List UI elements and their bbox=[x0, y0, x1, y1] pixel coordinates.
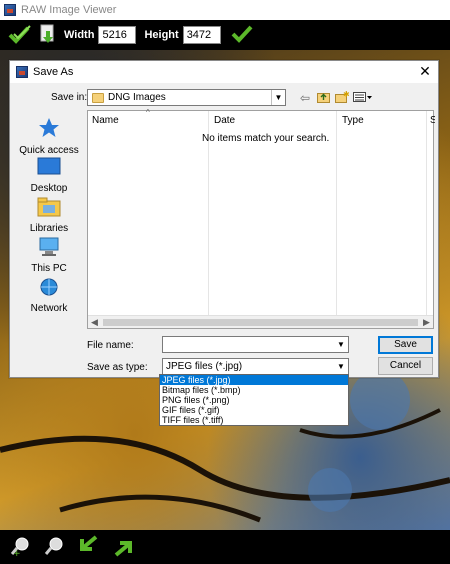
scroll-right-icon[interactable]: ▶ bbox=[420, 316, 433, 329]
place-desktop[interactable]: Desktop bbox=[13, 157, 85, 194]
column-type[interactable]: Type bbox=[338, 111, 428, 129]
zoom-out-icon[interactable] bbox=[44, 535, 66, 560]
place-libraries[interactable]: Libraries bbox=[13, 197, 85, 234]
new-folder-icon[interactable]: ✱ bbox=[335, 90, 350, 106]
folder-icon bbox=[92, 92, 104, 103]
check-all-icon[interactable] bbox=[8, 24, 34, 47]
dialog-titlebar: Save As ✕ bbox=[10, 61, 438, 83]
save-as-dialog: Save As ✕ Save in: DNG Images ▼ ⇦ ✱ Quic… bbox=[9, 60, 439, 378]
scroll-thumb[interactable] bbox=[103, 319, 418, 326]
save-in-dropdown[interactable]: DNG Images ▼ bbox=[87, 89, 286, 106]
place-label: This PC bbox=[31, 263, 67, 274]
save-as-type-dropdown[interactable]: JPEG files (*.jpg) ▼ bbox=[162, 358, 349, 375]
save-in-label: Save in: bbox=[51, 92, 88, 103]
place-label: Desktop bbox=[30, 183, 68, 194]
column-date[interactable]: Date bbox=[210, 111, 336, 129]
back-arrow-icon[interactable]: ⇦ bbox=[300, 91, 310, 105]
empty-message: No items match your search. bbox=[202, 133, 330, 144]
file-list[interactable]: Name ^ Date Type S No items match your s… bbox=[87, 108, 435, 329]
cancel-button[interactable]: Cancel bbox=[378, 357, 433, 375]
desktop-icon bbox=[13, 157, 85, 180]
chevron-down-icon[interactable]: ▼ bbox=[334, 337, 348, 352]
place-label: Quick access bbox=[19, 145, 79, 156]
places-bar: Quick access Desktop Libraries This PC N… bbox=[13, 111, 85, 329]
scroll-left-icon[interactable]: ◀ bbox=[88, 316, 101, 329]
view-menu-icon[interactable] bbox=[353, 91, 373, 106]
save-as-type-options: JPEG files (*.jpg) Bitmap files (*.bmp) … bbox=[159, 374, 349, 426]
star-icon bbox=[13, 117, 85, 142]
toolbar: Width Height bbox=[0, 20, 450, 50]
zoom-in-icon[interactable]: + bbox=[10, 535, 32, 560]
horizontal-scrollbar[interactable]: ◀ ▶ bbox=[88, 315, 433, 328]
place-network[interactable]: Network bbox=[13, 277, 85, 314]
column-size[interactable]: S bbox=[427, 111, 435, 129]
close-icon[interactable]: ✕ bbox=[418, 64, 432, 78]
height-input[interactable] bbox=[182, 26, 221, 44]
computer-icon bbox=[13, 237, 85, 260]
chevron-down-icon[interactable]: ▼ bbox=[271, 90, 285, 105]
chevron-down-icon[interactable]: ▼ bbox=[334, 359, 348, 374]
up-folder-icon[interactable] bbox=[317, 91, 330, 106]
save-as-type-value: JPEG files (*.jpg) bbox=[166, 361, 243, 372]
save-in-value: DNG Images bbox=[108, 92, 166, 103]
file-name-label: File name: bbox=[87, 340, 134, 351]
place-quick-access[interactable]: Quick access bbox=[13, 117, 85, 156]
svg-text:+: + bbox=[13, 549, 21, 557]
column-divider bbox=[426, 111, 427, 321]
dialog-app-icon bbox=[16, 66, 28, 78]
type-option-gif[interactable]: GIF files (*.gif) bbox=[160, 405, 348, 415]
height-label: Height bbox=[144, 29, 179, 41]
column-divider bbox=[336, 111, 337, 321]
app-titlebar: RAW Image Viewer bbox=[0, 0, 450, 20]
type-option-tiff[interactable]: TIFF files (*.tiff) bbox=[160, 415, 348, 425]
place-label: Libraries bbox=[29, 223, 69, 234]
save-in-row: Save in: DNG Images ▼ ⇦ ✱ bbox=[10, 89, 440, 107]
network-icon bbox=[13, 277, 85, 300]
save-button[interactable]: Save bbox=[378, 336, 433, 354]
file-name-input[interactable]: ▼ bbox=[162, 336, 349, 353]
apply-check-icon[interactable] bbox=[231, 24, 253, 47]
rotate-right-icon[interactable] bbox=[112, 535, 134, 560]
width-label: Width bbox=[64, 29, 95, 41]
type-option-jpeg[interactable]: JPEG files (*.jpg) bbox=[160, 375, 348, 385]
type-option-bmp[interactable]: Bitmap files (*.bmp) bbox=[160, 385, 348, 395]
app-icon bbox=[4, 4, 16, 16]
save-as-type-label: Save as type: bbox=[87, 362, 148, 373]
width-input[interactable] bbox=[98, 26, 137, 44]
place-label: Network bbox=[30, 303, 68, 314]
libraries-icon bbox=[13, 197, 85, 220]
rotate-left-icon[interactable] bbox=[78, 534, 100, 560]
app-title: RAW Image Viewer bbox=[21, 4, 117, 16]
save-icon[interactable] bbox=[38, 23, 58, 48]
sort-up-icon: ^ bbox=[146, 108, 150, 117]
type-option-png[interactable]: PNG files (*.png) bbox=[160, 395, 348, 405]
svg-text:✱: ✱ bbox=[343, 91, 349, 99]
dialog-title: Save As bbox=[33, 66, 74, 78]
bottom-toolbar: + bbox=[0, 530, 450, 564]
place-this-pc[interactable]: This PC bbox=[13, 237, 85, 274]
